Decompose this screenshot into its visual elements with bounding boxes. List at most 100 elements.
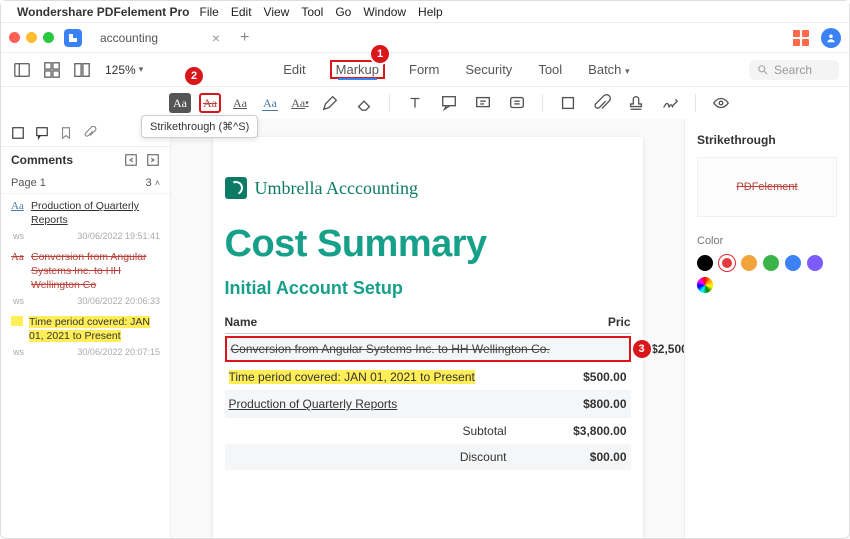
tab-edit[interactable]: Edit [281, 60, 307, 79]
mac-menubar: Wondershare PDFelement Pro File Edit Vie… [1, 1, 849, 23]
menu-edit[interactable]: Edit [231, 5, 252, 19]
comment-user: ws [13, 231, 24, 241]
main-area: Comments Page 1 3 ˄ Aa Production of Quar… [1, 119, 849, 538]
col-price: Pric [581, 315, 631, 329]
menu-go[interactable]: Go [335, 5, 351, 19]
color-swatch[interactable] [719, 255, 735, 271]
subtotal-value: $3,800.00 [547, 424, 627, 438]
chevron-down-icon: ▾ [139, 64, 144, 75]
thumbnail-view-icon[interactable] [41, 59, 63, 81]
comment-text: Production of Quarterly Reports [31, 200, 160, 227]
window-tabbar: accounting × + [1, 23, 849, 53]
menu-file[interactable]: File [200, 5, 219, 19]
color-label: Color [697, 235, 837, 247]
collapse-all-icon[interactable] [124, 153, 138, 167]
new-tab-button[interactable]: + [230, 29, 259, 47]
tab-security[interactable]: Security [463, 60, 514, 79]
subtotal-label: Subtotal [462, 424, 506, 438]
color-picker-icon[interactable] [697, 277, 713, 293]
strikethrough-tool-icon[interactable]: Aa [199, 93, 221, 113]
zoom-window-icon[interactable] [43, 32, 54, 43]
zoom-value: 125% [105, 63, 136, 77]
apps-grid-icon[interactable] [793, 30, 809, 46]
table-row[interactable]: Production of Quarterly Reports $800.00 [225, 391, 631, 418]
tab-batch-label: Batch [588, 62, 621, 77]
cell-name: Production of Quarterly Reports [229, 397, 398, 411]
tooltip: Strikethrough (⌘^S) [141, 115, 258, 138]
tab-batch[interactable]: Batch ▾ [586, 60, 631, 79]
tab-form[interactable]: Form [407, 60, 441, 79]
app-logo-icon [64, 29, 82, 47]
menu-window[interactable]: Window [363, 5, 406, 19]
doc-h2: Initial Account Setup [225, 278, 631, 299]
color-swatch[interactable] [785, 255, 801, 271]
menu-help[interactable]: Help [418, 5, 443, 19]
comment-item[interactable]: AaConversion from Angular Systems Inc. t… [1, 245, 170, 310]
highlight-tool-icon[interactable]: Aa [169, 93, 191, 113]
two-page-view-icon[interactable] [71, 59, 93, 81]
search-input[interactable]: Search [749, 60, 839, 80]
stamp-tool-icon[interactable] [627, 94, 645, 112]
style-preview: PDFelement [697, 157, 837, 217]
page-count: 3 [146, 177, 152, 189]
callout-tool-icon[interactable] [440, 94, 458, 112]
squiggly-tool-icon[interactable]: Aa [259, 93, 281, 113]
color-swatches [697, 255, 837, 293]
textbox-tool-icon[interactable] [406, 94, 424, 112]
tab-tool[interactable]: Tool [536, 60, 564, 79]
insert-text-tool-icon[interactable]: Aa▾ [289, 93, 311, 113]
col-name: Name [225, 315, 581, 329]
underline-mark-icon: Aa [11, 200, 25, 212]
discount-label: Discount [460, 450, 507, 464]
page-group-header[interactable]: Page 1 3 ˄ [1, 173, 170, 194]
bookmarks-tab-icon[interactable] [59, 126, 73, 140]
window-controls[interactable] [9, 32, 54, 43]
menu-view[interactable]: View [264, 5, 290, 19]
table-row[interactable]: Time period covered: JAN 01, 2021 to Pre… [225, 364, 631, 391]
color-swatch[interactable] [763, 255, 779, 271]
comments-tab-icon[interactable] [35, 126, 49, 140]
price-table: Name Pric Conversion from Angular System… [225, 311, 631, 470]
tab-title: accounting [100, 31, 158, 45]
table-row[interactable]: Conversion from Angular Systems Inc. to … [225, 336, 631, 362]
text-callout-tool-icon[interactable] [474, 94, 492, 112]
zoom-dropdown[interactable]: 125%▾ [105, 63, 143, 77]
comments-sidebar: Comments Page 1 3 ˄ Aa Production of Quar… [1, 119, 171, 538]
shapes-tool-icon[interactable] [559, 94, 577, 112]
cell-price: $500.00 [547, 370, 627, 384]
divider [542, 94, 543, 112]
user-avatar-icon[interactable] [821, 28, 841, 48]
hide-annotations-icon[interactable] [712, 94, 730, 112]
comment-item[interactable]: AaProduction of Quarterly Reports ws30/0… [1, 194, 170, 245]
underline-tool-icon[interactable]: Aa [229, 93, 251, 113]
attachments-tab-icon[interactable] [83, 126, 97, 140]
expand-all-icon[interactable] [146, 153, 160, 167]
comments-header: Comments [1, 147, 170, 173]
chevron-up-icon: ˄ [155, 178, 160, 188]
comment-item[interactable]: Time period covered: JAN 01, 2021 to Pre… [1, 310, 170, 361]
document-tab[interactable]: accounting × [90, 26, 230, 50]
tab-close-icon[interactable]: × [212, 30, 220, 46]
app-name[interactable]: Wondershare PDFelement Pro [17, 5, 190, 19]
minimize-window-icon[interactable] [26, 32, 37, 43]
menu-tool[interactable]: Tool [301, 5, 323, 19]
attachment-tool-icon[interactable] [593, 94, 611, 112]
signature-tool-icon[interactable] [661, 94, 679, 112]
brand-name: Umbrella Acccounting [255, 178, 418, 199]
panel-title: Strikethrough [697, 133, 837, 147]
comment-time: 30/06/2022 20:07:15 [77, 347, 160, 357]
markup-toolbar: Aa Aa Aa Aa Aa▾ Strikethrough (⌘^S) [1, 87, 849, 119]
sidebar-toggle-icon[interactable] [11, 59, 33, 81]
comment-user: ws [13, 347, 24, 357]
color-swatch[interactable] [741, 255, 757, 271]
eraser-tool-icon[interactable] [355, 94, 373, 112]
note-tool-icon[interactable] [508, 94, 526, 112]
color-swatch[interactable] [807, 255, 823, 271]
thumbnails-tab-icon[interactable] [11, 126, 25, 140]
pencil-tool-icon[interactable] [321, 94, 339, 112]
divider [695, 94, 696, 112]
comment-text: Time period covered: JAN 01, 2021 to Pre… [29, 316, 160, 343]
document-canvas[interactable]: Umbrella Acccounting Cost Summary Initia… [171, 119, 684, 538]
close-window-icon[interactable] [9, 32, 20, 43]
color-swatch[interactable] [697, 255, 713, 271]
